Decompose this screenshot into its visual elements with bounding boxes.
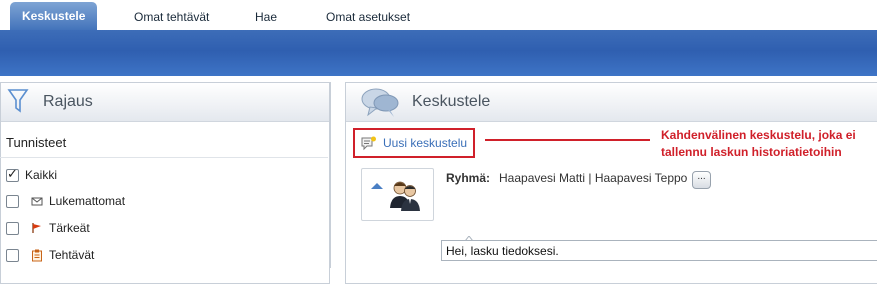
- group-avatar-box[interactable]: [361, 168, 434, 221]
- filter-lukemattomat[interactable]: Lukemattomat: [6, 193, 125, 209]
- header-banner: [0, 30, 877, 76]
- tags-section-title: Tunnisteet: [6, 135, 67, 150]
- flag-icon: [31, 222, 43, 234]
- envelope-icon: [31, 196, 43, 206]
- group-users-icon: [388, 178, 422, 217]
- group-members: Haapavesi Matti | Haapavesi Teppo: [499, 171, 688, 185]
- checkbox-tehtavat[interactable]: [6, 248, 19, 262]
- new-conversation-icon: [361, 136, 377, 151]
- top-navigation: Keskustele Omat tehtävät Hae Omat asetuk…: [0, 0, 877, 32]
- panel-divider: [330, 82, 331, 268]
- more-members-button[interactable]: ...: [692, 171, 711, 189]
- tab-hae[interactable]: Hae: [243, 4, 289, 30]
- tab-omat-tehtavat[interactable]: Omat tehtävät: [122, 4, 221, 30]
- filter-panel-title: Rajaus: [43, 93, 93, 110]
- new-conversation-label: Uusi keskustelu: [383, 136, 468, 150]
- filter-label: Tärkeät: [49, 221, 90, 235]
- conversation-panel-title: Keskustele: [412, 93, 491, 110]
- group-label: Ryhmä:: [446, 171, 491, 185]
- checkbox-lukemattomat[interactable]: [6, 194, 19, 208]
- conversation-panel-header: Keskustele: [346, 83, 877, 122]
- filter-label: Kaikki: [25, 168, 58, 182]
- annotation-line: [485, 139, 650, 141]
- checkbox-kaikki[interactable]: [6, 166, 19, 182]
- checkbox-tarkeat[interactable]: [6, 221, 19, 235]
- section-divider: [0, 157, 328, 158]
- collapse-arrow-icon[interactable]: [370, 177, 384, 195]
- funnel-icon: [7, 87, 29, 120]
- filter-tarkeat[interactable]: Tärkeät: [6, 220, 90, 236]
- annotation-text: Kahdenvälinen keskustelu, joka ei tallen…: [661, 128, 856, 159]
- filter-label: Lukemattomat: [49, 194, 126, 208]
- filter-tehtavat[interactable]: Tehtävät: [6, 247, 94, 263]
- tab-keskustele[interactable]: Keskustele: [10, 2, 98, 32]
- chat-bubbles-icon: [360, 85, 402, 124]
- filter-label: Tehtävät: [49, 248, 95, 262]
- filter-kaikki[interactable]: Kaikki: [6, 166, 58, 183]
- message-preview[interactable]: Hei, lasku tiedoksesi.: [441, 240, 877, 261]
- task-icon: [31, 249, 43, 262]
- tab-omat-asetukset[interactable]: Omat asetukset: [314, 4, 422, 30]
- new-conversation-button[interactable]: Uusi keskustelu: [353, 128, 475, 158]
- filter-panel-header: Rajaus: [1, 83, 329, 122]
